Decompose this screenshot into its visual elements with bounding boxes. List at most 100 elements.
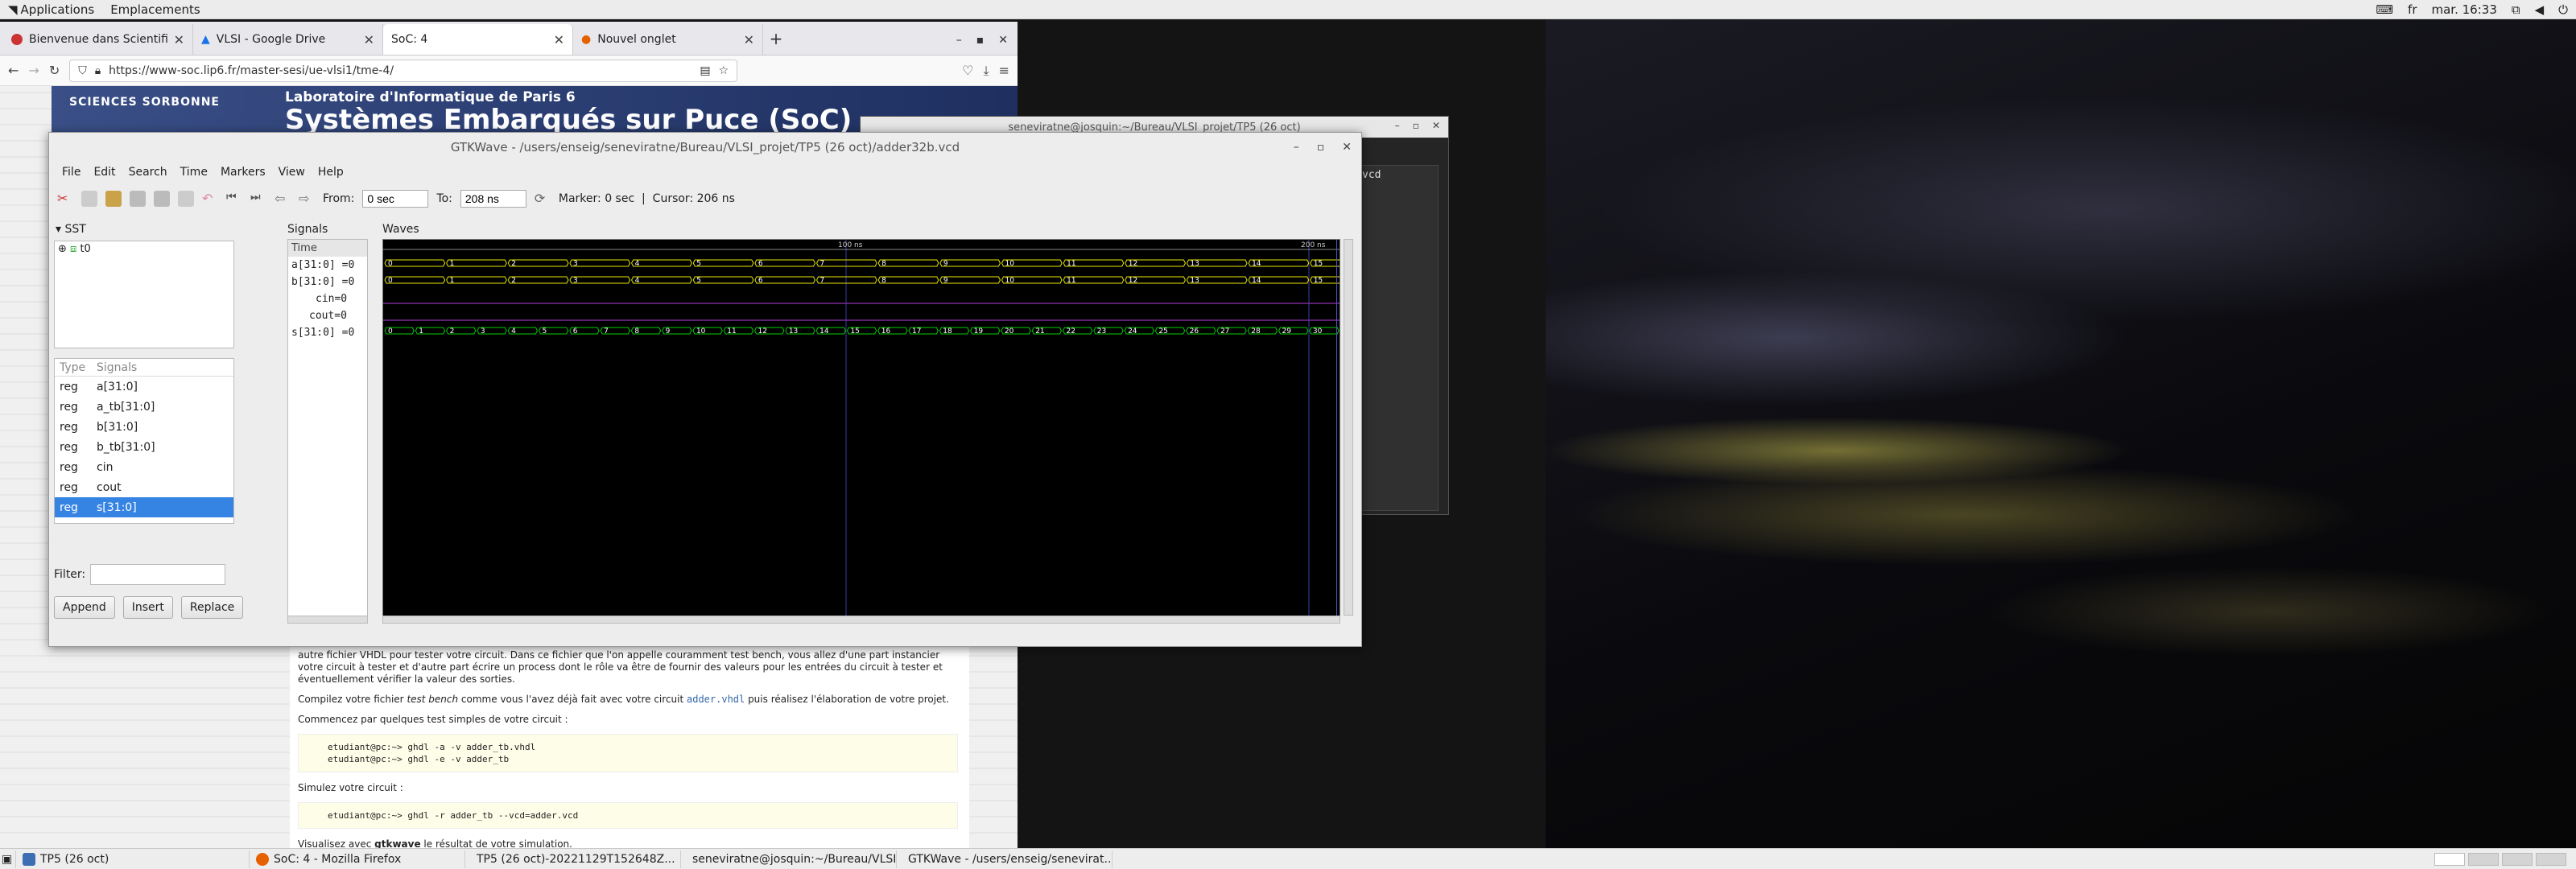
tab-soc[interactable]: SoC: 4 ✕	[383, 24, 573, 55]
volume-icon[interactable]: ◀	[2535, 2, 2545, 17]
close-tab-icon[interactable]: ✕	[554, 32, 564, 47]
taskbar-item[interactable]: TP5 (26 oct)-20221129T152648Z...	[465, 850, 681, 868]
url-text[interactable]: https://www-soc.lip6.fr/master-sesi/ue-v…	[109, 64, 691, 77]
new-tab-button[interactable]: +	[763, 24, 789, 55]
copy-icon[interactable]	[81, 191, 97, 207]
clock[interactable]: mar. 16:33	[2432, 2, 2497, 17]
sst-header[interactable]: ▾ SST	[52, 223, 279, 239]
wave-value-label: 30	[1313, 327, 1323, 336]
trace-name[interactable]: cout=0	[288, 307, 367, 324]
menu-markers[interactable]: Markers	[214, 166, 272, 179]
from-input[interactable]	[362, 190, 429, 208]
menu-edit[interactable]: Edit	[87, 166, 122, 179]
trace-name[interactable]: s[31:0] =0	[288, 324, 367, 341]
signals-horizontal-scrollbar[interactable]	[287, 616, 368, 624]
close-icon[interactable]: ✕	[1342, 141, 1352, 154]
waveform-canvas[interactable]: 100 ns 200 ns 0 1 2 3 4 5 6 7 8 9 10 11 12 13 14 15 0 1 2 3 4 5…	[382, 239, 1340, 619]
waves-horizontal-scrollbar[interactable]	[382, 616, 1340, 624]
paste-icon[interactable]	[105, 191, 122, 207]
close-tab-icon[interactable]: ✕	[744, 32, 754, 47]
taskbar-item[interactable]: GTKWave - /users/enseig/senevirat...	[897, 850, 1113, 868]
workspace-3[interactable]	[2502, 852, 2533, 866]
trace-name[interactable]: cin=0	[288, 290, 367, 307]
pocket-icon[interactable]: ♡	[962, 63, 973, 78]
minimize-icon[interactable]: –	[1294, 141, 1299, 154]
taskbar-item[interactable]: TP5 (26 oct)	[16, 850, 250, 868]
close-icon[interactable]: ✕	[1432, 120, 1440, 131]
hierarchy-tree[interactable]: ⊕ ⧈ t0	[54, 241, 234, 348]
menu-search[interactable]: Search	[122, 166, 174, 179]
append-button[interactable]: Append	[54, 596, 115, 619]
replace-button[interactable]: Replace	[180, 596, 244, 619]
tab-new[interactable]: ● Nouvel onglet ✕	[573, 24, 763, 55]
menu-icon[interactable]: ≡	[999, 63, 1009, 78]
list-item[interactable]: reg a[31:0]	[55, 377, 233, 397]
waveform-chart[interactable]: 100 ns 200 ns0 1 2 3 4 5 6 7 8 9 10 11 12 13 14 150 1 2 3 4 5…	[383, 240, 1340, 619]
signals-column-header[interactable]: Signals	[97, 361, 137, 374]
show-desktop-icon[interactable]: ▣	[0, 850, 16, 868]
list-item[interactable]: reg a_tb[31:0]	[55, 397, 233, 417]
maximize-icon[interactable]: ▪	[976, 34, 985, 47]
close-tab-icon[interactable]: ✕	[174, 32, 184, 47]
network-icon[interactable]: ⧉	[2512, 2, 2520, 17]
list-item[interactable]: reg b_tb[31:0]	[55, 437, 233, 457]
tab-google-drive[interactable]: ▲ VLSI - Google Drive ✕	[193, 24, 383, 55]
language-indicator[interactable]: fr	[2408, 2, 2417, 17]
bookmark-star-icon[interactable]: ☆	[719, 64, 729, 77]
refresh-icon[interactable]: ⟳	[535, 191, 551, 207]
menu-file[interactable]: File	[56, 166, 87, 179]
tree-node[interactable]: ⊕ ⧈ t0	[58, 243, 91, 255]
select-none-icon[interactable]	[154, 191, 170, 207]
next-edge-icon[interactable]: ⇨	[299, 191, 315, 207]
prev-edge-icon[interactable]: ⇦	[275, 191, 291, 207]
download-icon[interactable]: ⤓	[984, 63, 989, 79]
zoom-start-icon[interactable]: ⏮	[226, 191, 242, 207]
menu-help[interactable]: Help	[312, 166, 350, 179]
keyboard-icon[interactable]: ⌨	[2376, 2, 2393, 17]
trace-name[interactable]: a[31:0] =0	[288, 257, 367, 274]
workspace-2[interactable]	[2468, 852, 2499, 866]
applications-menu[interactable]: ◥ Applications	[0, 2, 102, 17]
trace-name[interactable]: b[31:0] =0	[288, 274, 367, 290]
close-tab-icon[interactable]: ✕	[364, 32, 374, 47]
trace-name[interactable]: Time	[288, 240, 367, 257]
terminal-text[interactable]: vcd	[1358, 165, 1439, 511]
minimize-icon[interactable]: –	[956, 34, 962, 47]
list-item[interactable]: reg cin	[55, 457, 233, 477]
power-icon[interactable]: ⏻	[2558, 2, 2568, 17]
forward-icon[interactable]: →	[28, 63, 39, 78]
select-all-icon[interactable]	[130, 191, 146, 207]
workspace-1[interactable]	[2434, 852, 2465, 866]
taskbar-item[interactable]: SoC: 4 - Mozilla Firefox	[250, 850, 465, 868]
undo-icon[interactable]: ↶	[202, 191, 218, 207]
close-icon[interactable]: ✕	[998, 34, 1008, 47]
insert-button[interactable]: Insert	[122, 596, 173, 619]
taskbar-item[interactable]: seneviratne@josquin:~/Bureau/VLSI...	[681, 850, 897, 868]
type-column-header[interactable]: Type	[55, 361, 97, 374]
url-bar[interactable]: ⛉ 🔒︎ https://www-soc.lip6.fr/master-sesi…	[69, 59, 738, 82]
lab-name: Laboratoire d'Informatique de Paris 6	[285, 89, 576, 105]
cut-icon[interactable]: ✂	[57, 191, 73, 207]
list-item[interactable]: reg cout	[55, 477, 233, 497]
list-item-selected[interactable]: reg s[31:0]	[55, 497, 233, 517]
list-item[interactable]: reg b[31:0]	[55, 417, 233, 437]
menu-time[interactable]: Time	[174, 166, 214, 179]
places-menu[interactable]: Emplacements	[102, 2, 208, 17]
maximize-icon[interactable]: ▫	[1413, 120, 1419, 131]
tab-scientific-linux[interactable]: Bienvenue dans Scientific Lin ✕	[3, 24, 193, 55]
zoom-fit-icon[interactable]	[178, 191, 194, 207]
waves-vertical-scrollbar[interactable]	[1344, 239, 1353, 616]
gtkwave-titlebar[interactable]: GTKWave - /users/enseig/seneviratne/Bure…	[49, 133, 1361, 162]
reload-icon[interactable]: ↻	[49, 63, 60, 78]
reader-icon[interactable]: ▤	[700, 64, 710, 77]
lock-icon[interactable]: 🔒︎	[95, 64, 101, 77]
back-icon[interactable]: ←	[8, 63, 19, 78]
shield-icon[interactable]: ⛉	[78, 64, 87, 77]
menu-view[interactable]: View	[272, 166, 312, 179]
to-input[interactable]	[460, 190, 526, 208]
zoom-end-icon[interactable]: ⏭	[250, 191, 266, 207]
filter-input[interactable]	[90, 564, 226, 585]
workspace-4[interactable]	[2536, 852, 2566, 866]
maximize-icon[interactable]: ▫	[1317, 141, 1325, 154]
minimize-icon[interactable]: –	[1395, 120, 1400, 131]
